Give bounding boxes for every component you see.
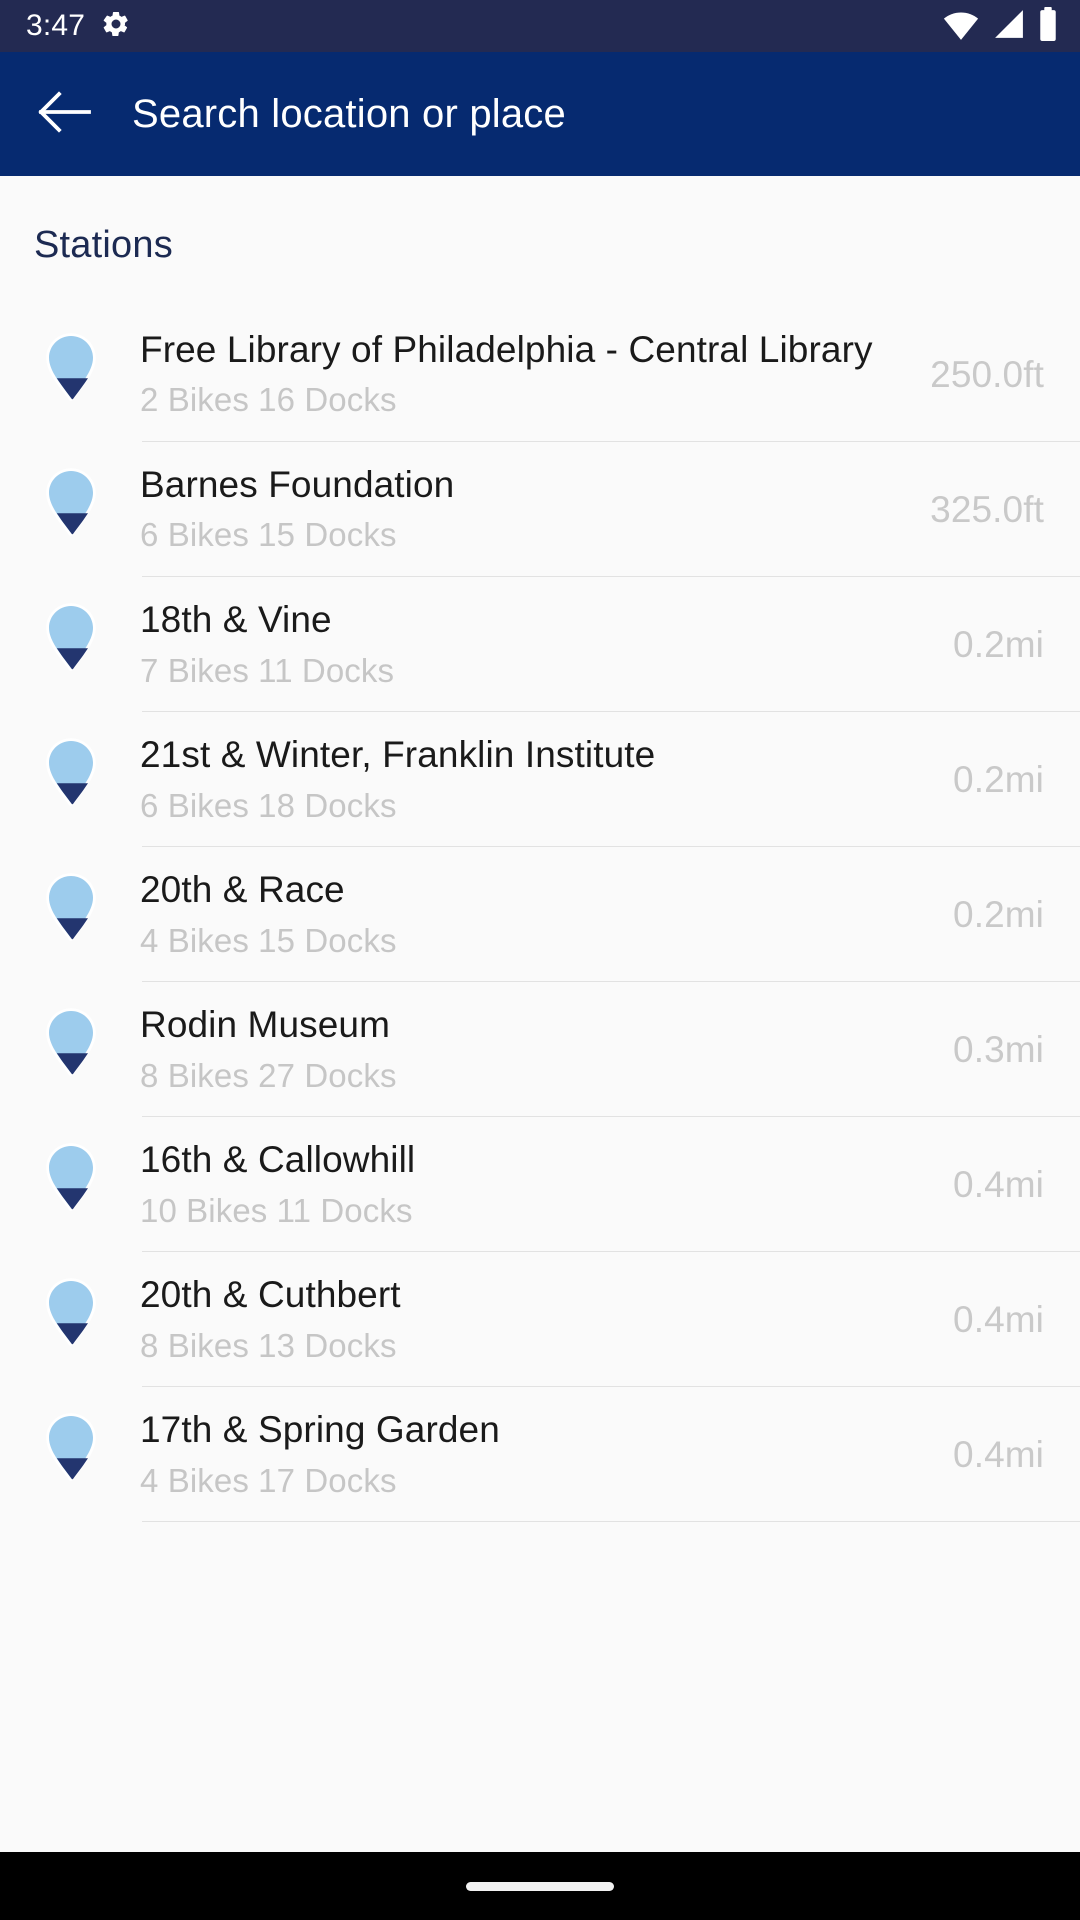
- station-pin: [34, 1410, 108, 1499]
- station-list-item[interactable]: 21st & Winter, Franklin Institute 6 Bike…: [0, 712, 1080, 848]
- station-name: Free Library of Philadelphia - Central L…: [140, 329, 873, 370]
- station-availability: 6 Bikes 18 Docks: [140, 786, 397, 824]
- station-list-item[interactable]: 18th & Vine 7 Bikes 11 Docks 0.2mi: [0, 577, 1080, 713]
- map-pin-icon: [40, 600, 102, 689]
- station-list-item[interactable]: 17th & Spring Garden 4 Bikes 17 Docks 0.…: [0, 1387, 1080, 1523]
- cellular-signal-icon: [992, 8, 1026, 45]
- station-availability: 8 Bikes 13 Docks: [140, 1326, 397, 1364]
- station-pin: [34, 735, 108, 824]
- status-bar-right: [942, 6, 1058, 46]
- station-list-item[interactable]: 16th & Callowhill 10 Bikes 11 Docks 0.4m…: [0, 1117, 1080, 1253]
- map-pin-icon: [40, 1410, 102, 1499]
- station-info: Rodin Museum 8 Bikes 27 Docks: [140, 982, 927, 1117]
- map-pin-icon: [40, 1005, 102, 1094]
- map-pin-icon: [40, 1275, 102, 1364]
- phone-screen: 3:47 Search location or place Stations F…: [0, 0, 1080, 1920]
- station-list-item[interactable]: Barnes Foundation 6 Bikes 15 Docks 325.0…: [0, 442, 1080, 578]
- back-button[interactable]: [34, 83, 96, 145]
- station-availability: 8 Bikes 27 Docks: [140, 1056, 397, 1094]
- station-availability: 10 Bikes 11 Docks: [140, 1191, 413, 1229]
- station-name: Barnes Foundation: [140, 464, 455, 506]
- station-info: 20th & Cuthbert 8 Bikes 13 Docks: [140, 1252, 927, 1387]
- station-info: 18th & Vine 7 Bikes 11 Docks: [140, 577, 927, 712]
- station-info: 17th & Spring Garden 4 Bikes 17 Docks: [140, 1387, 927, 1522]
- station-name: 20th & Race: [140, 869, 345, 911]
- station-info: Free Library of Philadelphia - Central L…: [140, 307, 904, 442]
- station-name: Rodin Museum: [140, 1004, 391, 1046]
- station-distance: 0.2mi: [953, 893, 1044, 935]
- station-info: 21st & Winter, Franklin Institute 6 Bike…: [140, 712, 927, 847]
- status-bar-left: 3:47: [26, 9, 131, 44]
- page-title: Search location or place: [132, 91, 566, 136]
- station-name: 21st & Winter, Franklin Institute: [140, 734, 656, 776]
- section-title-stations: Stations: [34, 224, 173, 266]
- status-bar-clock: 3:47: [26, 9, 86, 42]
- station-distance: 0.2mi: [953, 758, 1044, 800]
- station-distance: 0.4mi: [953, 1433, 1044, 1475]
- station-availability: 4 Bikes 15 Docks: [140, 921, 397, 959]
- home-indicator[interactable]: [466, 1881, 614, 1891]
- row-divider: [142, 1521, 1080, 1523]
- station-availability: 7 Bikes 11 Docks: [140, 651, 395, 689]
- station-availability: 4 Bikes 17 Docks: [140, 1461, 397, 1499]
- station-distance: 0.3mi: [953, 1028, 1044, 1070]
- map-pin-icon: [40, 465, 102, 554]
- station-pin: [34, 1140, 108, 1229]
- map-pin-icon: [40, 1140, 102, 1229]
- stations-screen: Stations Free Library of Philadelphia - …: [0, 176, 1080, 1852]
- station-name: 16th & Callowhill: [140, 1139, 416, 1181]
- station-name: 20th & Cuthbert: [140, 1274, 401, 1316]
- station-availability: 2 Bikes 16 Docks: [140, 381, 397, 419]
- station-name: 17th & Spring Garden: [140, 1409, 500, 1451]
- station-distance: 250.0ft: [930, 353, 1044, 395]
- station-distance: 325.0ft: [930, 488, 1044, 530]
- stations-list[interactable]: Free Library of Philadelphia - Central L…: [0, 307, 1080, 1523]
- wifi-icon: [942, 8, 980, 45]
- station-list-item[interactable]: Rodin Museum 8 Bikes 27 Docks 0.3mi: [0, 982, 1080, 1118]
- battery-icon: [1038, 6, 1058, 46]
- station-pin: [34, 465, 108, 554]
- station-pin: [34, 600, 108, 689]
- station-pin: [34, 1005, 108, 1094]
- station-pin: [34, 870, 108, 959]
- map-pin-icon: [40, 735, 102, 824]
- app-bar: Search location or place: [0, 52, 1080, 176]
- system-navigation-bar: [0, 1852, 1080, 1920]
- back-arrow-icon: [37, 90, 93, 138]
- station-list-item[interactable]: Free Library of Philadelphia - Central L…: [0, 307, 1080, 443]
- station-availability: 6 Bikes 15 Docks: [140, 516, 397, 554]
- station-pin: [34, 330, 108, 419]
- station-name: 18th & Vine: [140, 599, 332, 641]
- station-info: 20th & Race 4 Bikes 15 Docks: [140, 847, 927, 982]
- map-pin-icon: [40, 870, 102, 959]
- station-distance: 0.4mi: [953, 1298, 1044, 1340]
- station-info: Barnes Foundation 6 Bikes 15 Docks: [140, 442, 904, 577]
- station-pin: [34, 1275, 108, 1364]
- station-distance: 0.2mi: [953, 623, 1044, 665]
- gear-icon: [101, 9, 131, 44]
- station-distance: 0.4mi: [953, 1163, 1044, 1205]
- map-pin-icon: [40, 330, 102, 419]
- station-list-item[interactable]: 20th & Cuthbert 8 Bikes 13 Docks 0.4mi: [0, 1252, 1080, 1388]
- status-bar: 3:47: [0, 0, 1080, 52]
- station-info: 16th & Callowhill 10 Bikes 11 Docks: [140, 1117, 927, 1252]
- station-list-item[interactable]: 20th & Race 4 Bikes 15 Docks 0.2mi: [0, 847, 1080, 983]
